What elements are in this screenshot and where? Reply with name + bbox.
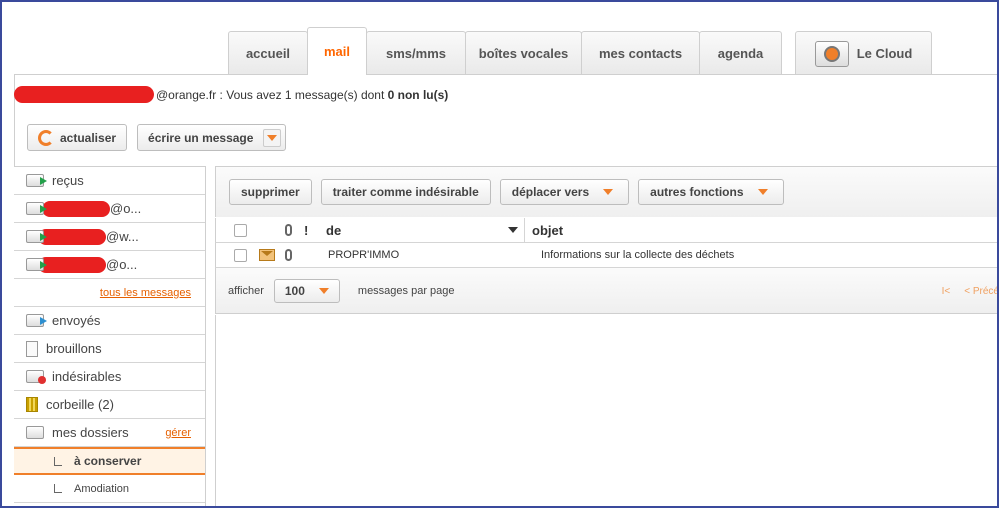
per-page-select[interactable]: 100 — [273, 278, 340, 303]
redacted-alias — [38, 256, 106, 273]
all-messages-link[interactable]: tous les messages — [100, 287, 191, 299]
tree-corner-icon — [54, 484, 62, 493]
trash-icon — [26, 397, 38, 412]
draft-icon — [26, 340, 38, 357]
email-domain: @orange.fr — [156, 87, 217, 102]
chevron-down-icon — [599, 183, 617, 201]
message-preview-area — [215, 315, 999, 508]
message-toolbar: supprimer traiter comme indésirable dépl… — [215, 166, 999, 217]
tab-voicemail[interactable]: boîtes vocales — [465, 31, 582, 75]
column-subject[interactable]: objet — [532, 223, 999, 238]
sidebar-item-alias-1[interactable]: @o... — [14, 195, 205, 223]
column-from[interactable]: de — [326, 223, 524, 238]
sidebar-item-trash[interactable]: corbeille (2) — [14, 391, 205, 419]
tab-sms-mms[interactable]: sms/mms — [366, 31, 466, 75]
tab-mail[interactable]: mail — [307, 27, 367, 75]
sidebar-item-inbox[interactable]: reçus — [14, 167, 205, 195]
top-toolbar: actualiser écrire un message — [27, 124, 287, 151]
message-table-header: ! de objet — [215, 218, 999, 243]
attachment-column-icon[interactable] — [285, 224, 292, 236]
inbox-icon — [26, 174, 47, 187]
first-page-button[interactable]: I< — [942, 286, 951, 297]
redacted-alias — [42, 200, 110, 217]
compose-button[interactable]: écrire un message — [137, 124, 287, 151]
tab-cloud-label: Le Cloud — [856, 46, 913, 61]
priority-column-icon[interactable]: ! — [304, 223, 312, 238]
sidebar-item-subfolder-keep[interactable]: à conserver — [14, 447, 205, 475]
refresh-button[interactable]: actualiser — [27, 124, 128, 151]
all-messages-row: tous les messages — [14, 279, 205, 307]
tree-corner-icon — [54, 456, 62, 466]
move-to-button[interactable]: déplacer vers — [499, 179, 630, 205]
table-row[interactable]: PROPR'IMMO Informations sur la collecte … — [215, 243, 999, 268]
attachment-icon — [285, 249, 292, 261]
tab-accueil[interactable]: accueil — [228, 31, 308, 75]
main-tabs: accueil mail sms/mms boîtes vocales mes … — [228, 27, 932, 75]
sidebar-item-subfolder-amodiation[interactable]: Amodiation — [14, 475, 205, 503]
sidebar-item-alias-2[interactable]: @w... — [14, 223, 205, 251]
folder-icon — [26, 426, 44, 439]
tab-contacts[interactable]: mes contacts — [581, 31, 700, 75]
sent-icon — [26, 314, 47, 327]
message-from: PROPR'IMMO — [328, 249, 400, 261]
more-functions-button[interactable]: autres fonctions — [638, 179, 784, 205]
open-envelope-icon — [259, 249, 275, 261]
account-status: @orange.fr : Vous avez 1 message(s) dont… — [14, 86, 448, 103]
redacted-email — [14, 86, 154, 103]
message-count-text: : Vous avez 1 message(s) dont — [216, 87, 388, 102]
mark-spam-button[interactable]: traiter comme indésirable — [320, 179, 491, 205]
chevron-down-icon — [754, 183, 772, 201]
previous-page-button[interactable]: < Précé — [964, 286, 999, 297]
sidebar-item-sent[interactable]: envoyés — [14, 307, 205, 335]
refresh-icon — [38, 129, 54, 146]
inbox-icon — [26, 230, 47, 243]
unread-count: 0 non lu(s) — [387, 87, 449, 102]
message-subject: Informations sur la collecte des déchets — [541, 249, 735, 261]
folder-sidebar: reçus @o... @w... @o... tous les message… — [14, 166, 206, 508]
tab-agenda[interactable]: agenda — [699, 31, 782, 75]
delete-button[interactable]: supprimer — [229, 179, 312, 205]
sort-desc-icon — [508, 227, 518, 233]
sidebar-item-alias-3[interactable]: @o... — [14, 251, 205, 279]
spam-icon — [26, 370, 46, 384]
sidebar-item-spam[interactable]: indésirables — [14, 363, 205, 391]
inbox-icon — [26, 202, 47, 215]
row-checkbox[interactable] — [234, 248, 247, 262]
cloud-icon — [814, 40, 849, 67]
chevron-down-icon — [315, 282, 333, 300]
select-all-checkbox[interactable] — [234, 223, 247, 237]
inbox-icon — [26, 258, 47, 271]
sidebar-item-drafts[interactable]: brouillons — [14, 335, 205, 363]
manage-folders-link[interactable]: gérer — [165, 427, 191, 439]
tab-cloud[interactable]: Le Cloud — [795, 31, 932, 75]
sidebar-item-folders[interactable]: mes dossiers gérer — [14, 419, 205, 447]
pagination-bar: afficher 100 messages par page I< < Préc… — [215, 268, 999, 314]
redacted-alias — [38, 228, 106, 245]
chevron-down-icon[interactable] — [263, 128, 282, 147]
